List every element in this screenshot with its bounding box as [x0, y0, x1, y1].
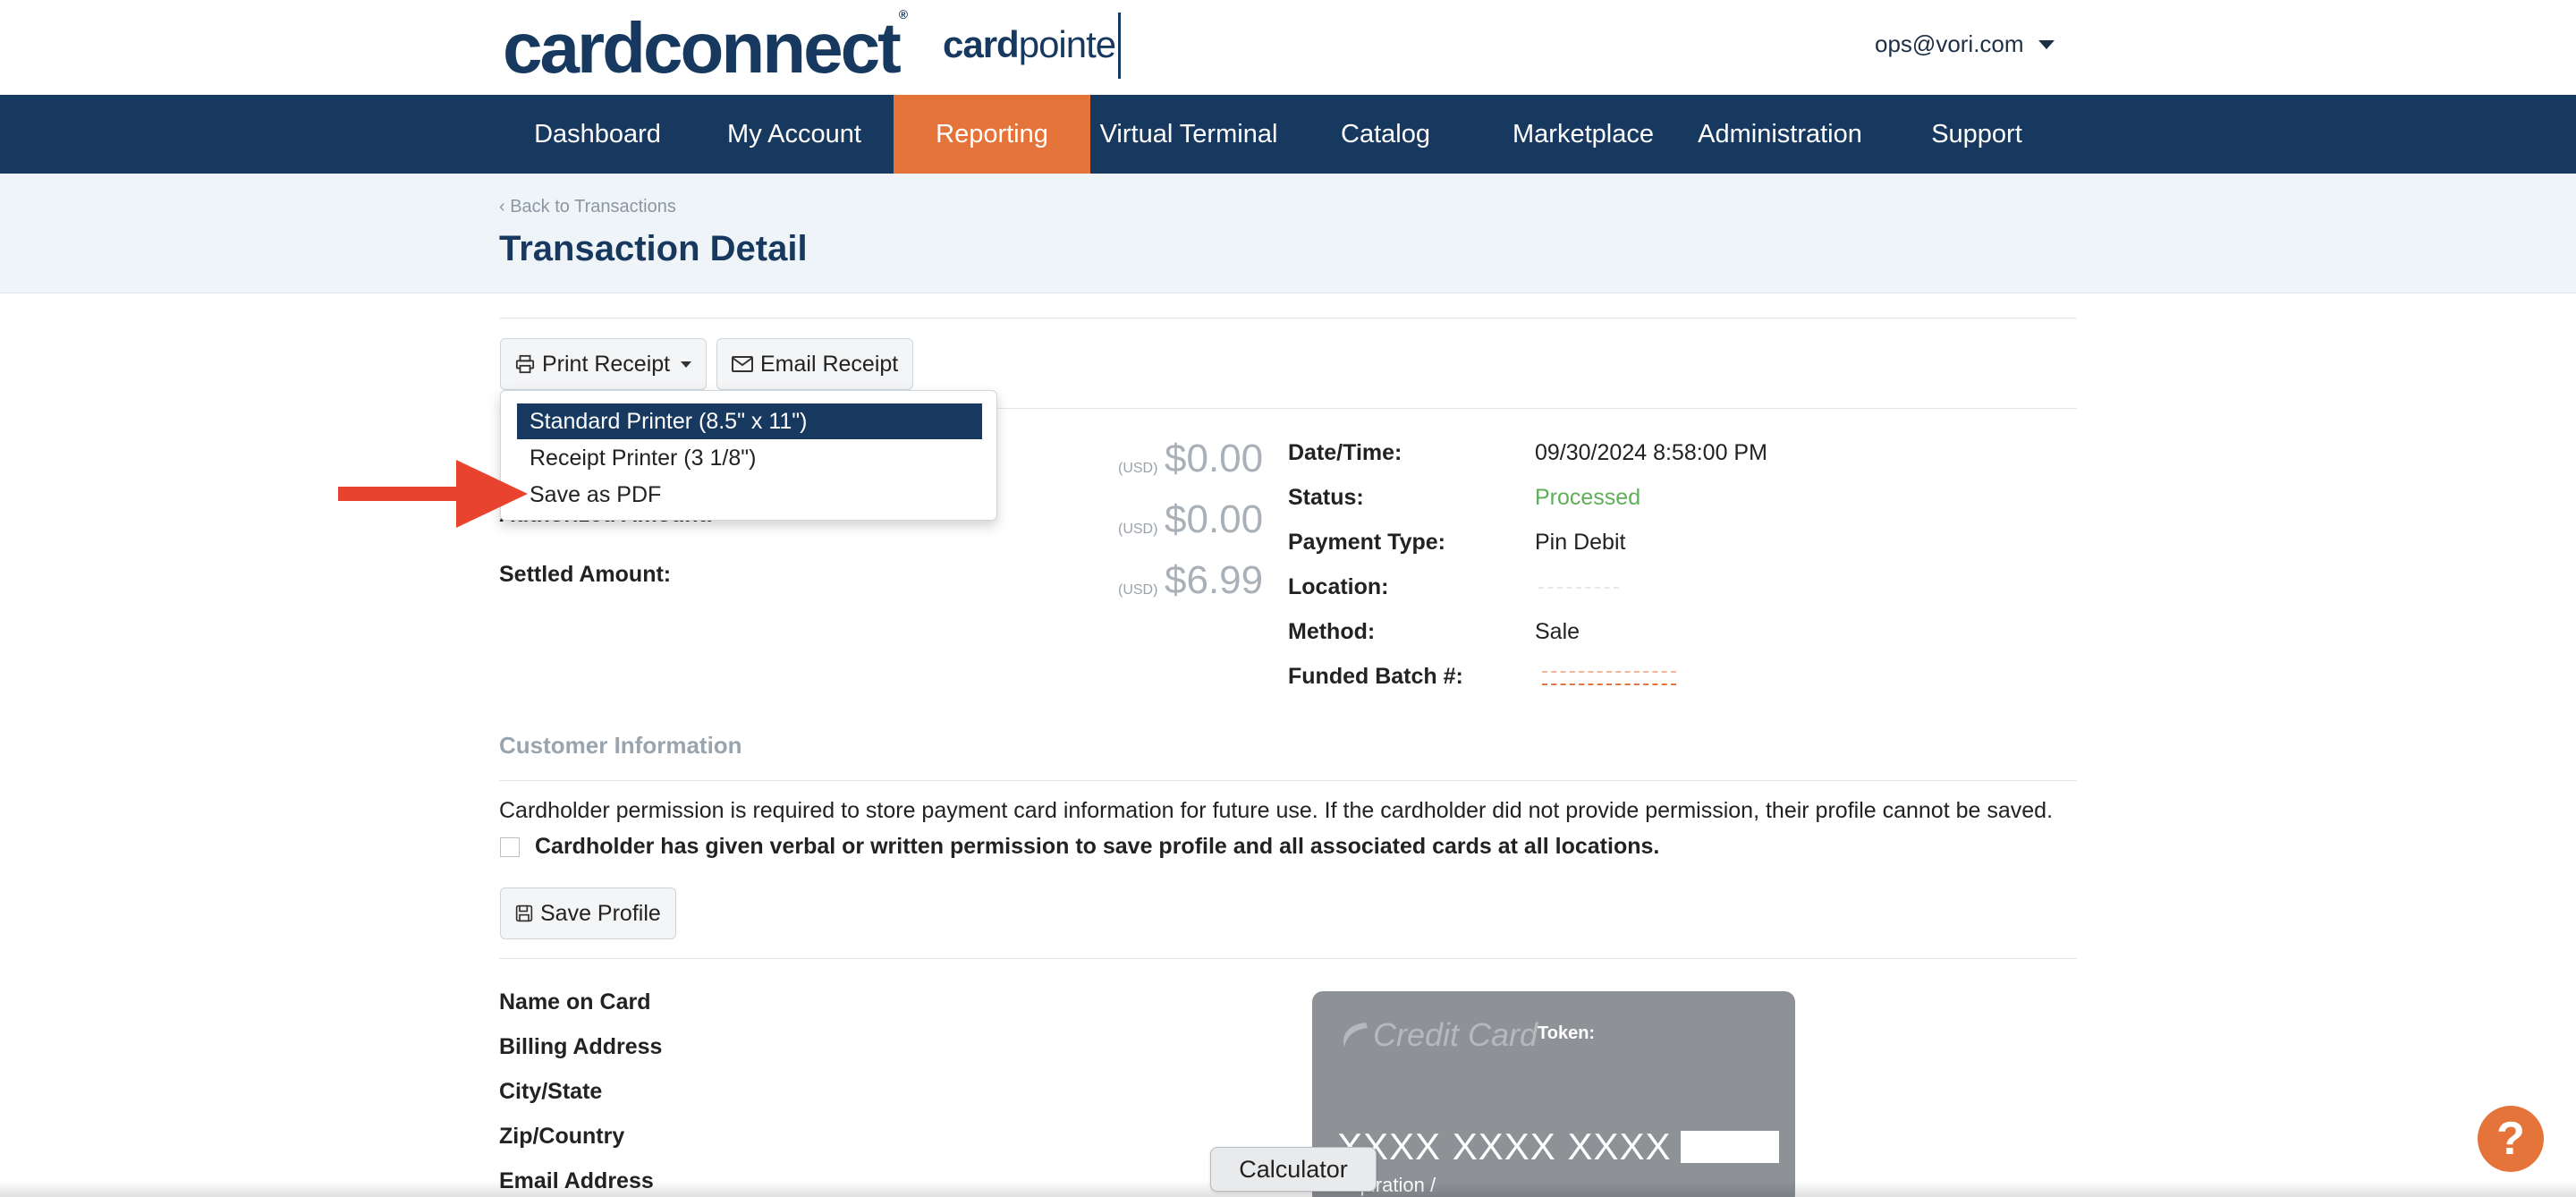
authorized-amount-value: $0.00 — [1165, 497, 1264, 541]
help-icon[interactable]: ? — [2478, 1106, 2544, 1172]
email-receipt-button[interactable]: Email Receipt — [716, 338, 914, 390]
nav-virtual-terminal[interactable]: Virtual Terminal — [1090, 95, 1287, 174]
cardconnect-logo[interactable]: cardconnect® — [503, 7, 908, 89]
funded-batch-label: Funded Batch #: — [1288, 664, 1463, 689]
print-receipt-label: Print Receipt — [542, 351, 671, 377]
card-number-redacted — [1680, 1131, 1779, 1163]
calculator-button[interactable]: Calculator — [1210, 1147, 1377, 1192]
logo-trademark: ® — [898, 7, 909, 21]
nav-support[interactable]: Support — [1878, 95, 2075, 174]
page-header: ‹ Back to Transactions Transaction Detai… — [0, 174, 2576, 293]
payment-type-label: Payment Type: — [1288, 530, 1445, 555]
user-email: ops@vori.com — [1875, 30, 2024, 57]
card-number: XXXX XXXX XXXX — [1337, 1125, 1779, 1168]
permission-notice: Cardholder permission is required to sto… — [499, 798, 2054, 823]
payment-type-value: Pin Debit — [1535, 530, 1626, 555]
save-permission-label[interactable]: Cardholder has given verbal or written p… — [535, 834, 1659, 860]
funded-batch-link-underline — [1542, 683, 1676, 685]
save-permission-checkbox[interactable] — [500, 837, 520, 857]
main-nav: Dashboard My Account Reporting Virtual T… — [0, 95, 2576, 174]
divider — [499, 958, 2077, 959]
city-state-label: City/State — [499, 1079, 603, 1104]
currency-code: (USD) — [1118, 461, 1158, 476]
card-brand-text: Credit Card — [1373, 1016, 1538, 1053]
zip-country-label: Zip/Country — [499, 1124, 625, 1149]
caret-down-icon — [2038, 39, 2055, 49]
name-on-card-label: Name on Card — [499, 989, 651, 1014]
status-label: Status: — [1288, 485, 1364, 510]
nav-dashboard[interactable]: Dashboard — [499, 95, 696, 174]
annotation-arrow-icon — [338, 460, 528, 528]
credit-card-graphic: Credit Card Token: XXXX XXXX XXXX Expira… — [1312, 991, 1795, 1197]
email-receipt-label: Email Receipt — [760, 351, 899, 377]
user-account-menu[interactable]: ops@vori.com — [1875, 30, 2055, 58]
currency-code: (USD) — [1118, 582, 1158, 598]
top-header: cardconnect® cardpointe ops@vori.com — [0, 0, 2576, 95]
back-to-transactions-link[interactable]: ‹ Back to Transactions — [499, 197, 676, 217]
printer-icon — [515, 354, 535, 374]
date-time-label: Date/Time: — [1288, 440, 1402, 465]
nav-catalog[interactable]: Catalog — [1287, 95, 1484, 174]
save-profile-label: Save Profile — [540, 900, 661, 926]
divider — [499, 780, 2077, 781]
logo-main-text: cardconnect — [503, 8, 902, 88]
card-number-masked: XXXX XXXX XXXX — [1337, 1125, 1672, 1167]
redacted-location — [1538, 587, 1619, 589]
location-label: Location: — [1288, 574, 1389, 599]
menu-item-save-as-pdf[interactable]: Save as PDF — [517, 477, 982, 513]
date-time-value: 09/30/2024 8:58:00 PM — [1535, 440, 1767, 465]
floppy-disk-icon — [515, 904, 533, 922]
logo-sub-bold: card — [943, 23, 1020, 65]
card-swoosh-icon — [1343, 1023, 1368, 1048]
menu-item-standard-printer[interactable]: Standard Printer (8.5" x 11") — [517, 403, 982, 439]
billing-address-label: Billing Address — [499, 1034, 663, 1059]
page-title: Transaction Detail — [499, 229, 808, 268]
envelope-icon — [732, 356, 753, 372]
status-value: Processed — [1535, 485, 1641, 510]
print-receipt-button[interactable]: Print Receipt — [500, 338, 708, 390]
nav-reporting[interactable]: Reporting — [894, 95, 1090, 174]
save-profile-button[interactable]: Save Profile — [500, 887, 676, 939]
logo-divider — [1118, 13, 1121, 79]
settled-amount-label: Settled Amount: — [499, 562, 672, 587]
card-token-label: Token: — [1538, 1023, 1596, 1043]
currency-code: (USD) — [1118, 522, 1158, 537]
settled-amount-value: $6.99 — [1165, 558, 1264, 602]
redacted-batch — [1542, 671, 1676, 673]
method-value: Sale — [1535, 619, 1580, 644]
cardpointe-logo[interactable]: cardpointe — [943, 23, 1116, 66]
card-brand: Credit Card — [1339, 1016, 1538, 1054]
nav-my-account[interactable]: My Account — [696, 95, 893, 174]
menu-item-receipt-printer[interactable]: Receipt Printer (3 1/8") — [517, 440, 982, 476]
nav-marketplace[interactable]: Marketplace — [1485, 95, 1682, 174]
nav-administration[interactable]: Administration — [1682, 95, 1878, 174]
method-label: Method: — [1288, 619, 1376, 644]
customer-info-heading: Customer Information — [499, 732, 742, 759]
print-receipt-menu: Standard Printer (8.5" x 11") Receipt Pr… — [500, 390, 997, 521]
caret-down-icon — [681, 361, 692, 368]
logo-sub-rest: pointe — [1018, 23, 1116, 65]
amount-value: $0.00 — [1165, 437, 1264, 480]
